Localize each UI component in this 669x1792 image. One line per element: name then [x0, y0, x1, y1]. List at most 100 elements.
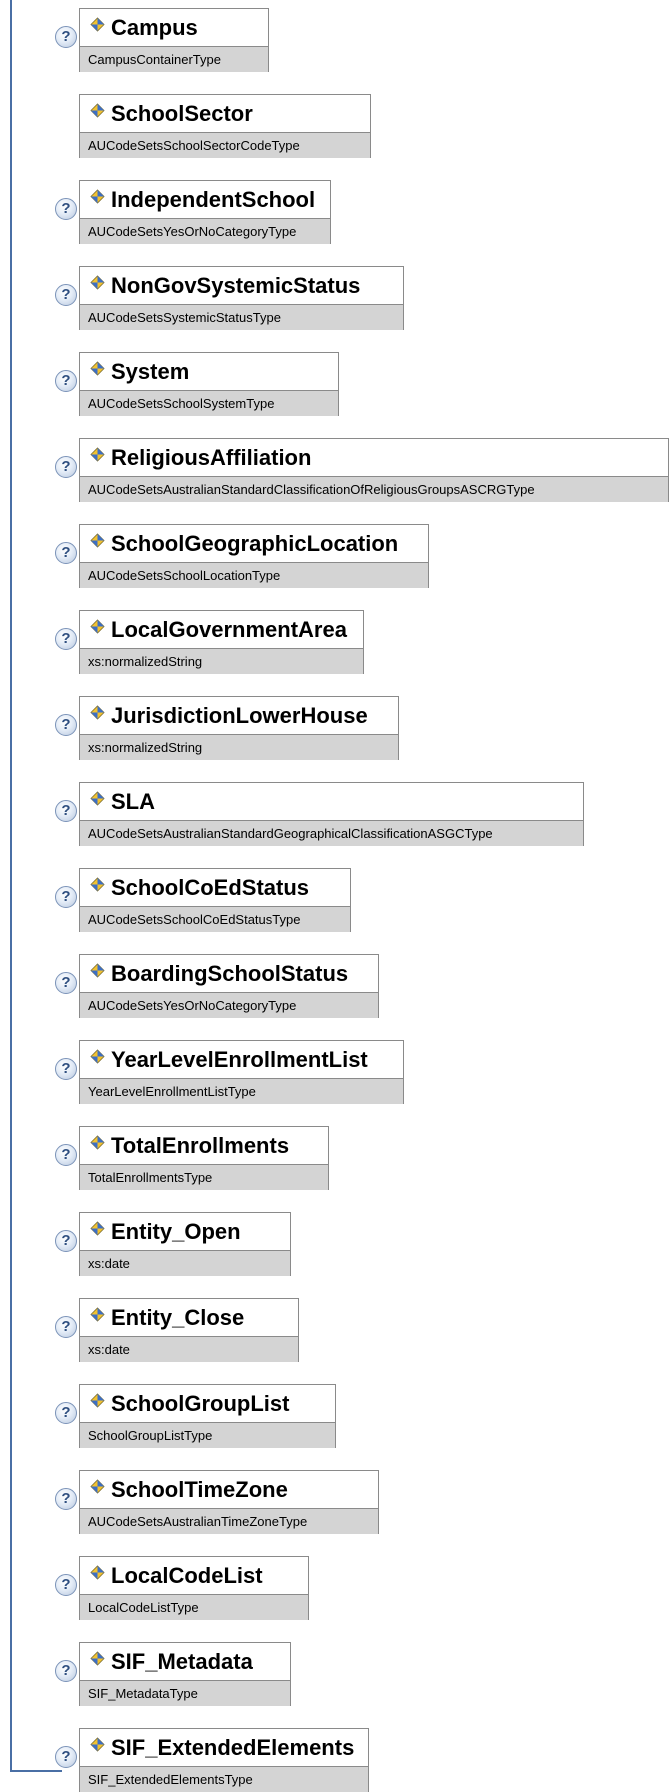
- element-header: JurisdictionLowerHouse: [80, 697, 398, 734]
- element-name: JurisdictionLowerHouse: [111, 703, 368, 728]
- element-row: SchoolSector AUCodeSetsSchoolSectorCodeTy…: [0, 86, 669, 158]
- element-box[interactable]: JurisdictionLowerHouse xs:normalizedStrin…: [79, 696, 399, 760]
- element-header: LocalCodeList: [80, 1557, 308, 1594]
- help-icon[interactable]: ?: [55, 800, 77, 822]
- element-name: SLA: [111, 789, 155, 814]
- element-row: ? SLA AUCodeSetsAustralianStandardGeograph…: [0, 774, 669, 846]
- element-name: IndependentSchool: [111, 187, 316, 212]
- element-box[interactable]: SchoolTimeZone AUCodeSetsAustralianTimeZo…: [79, 1470, 379, 1534]
- element-name: SchoolCoEdStatus: [111, 875, 310, 900]
- element-header: System: [80, 353, 338, 390]
- element-type: CampusContainerType: [80, 46, 268, 72]
- help-icon[interactable]: ?: [55, 456, 77, 478]
- element-type: AUCodeSetsSchoolSectorCodeType: [80, 132, 370, 158]
- element-box[interactable]: YearLevelEnrollmentList YearLevelEnrollme…: [79, 1040, 404, 1104]
- element-row: ? SchoolGroupList SchoolGroupListType: [0, 1376, 669, 1448]
- element-name: LocalCodeList: [111, 1563, 263, 1588]
- element-box[interactable]: NonGovSystemicStatus AUCodeSetsSystemicSt…: [79, 266, 404, 330]
- element-diamond-icon: [90, 533, 105, 548]
- element-name: ReligiousAffiliation: [111, 445, 312, 470]
- element-header: Campus: [80, 9, 268, 46]
- element-type: AUCodeSetsYesOrNoCategoryType: [80, 992, 378, 1018]
- element-diamond-icon: [90, 1651, 105, 1666]
- element-box[interactable]: LocalCodeList LocalCodeListType: [79, 1556, 309, 1620]
- element-type: SchoolGroupListType: [80, 1422, 335, 1448]
- element-diamond-icon: [90, 1307, 105, 1322]
- element-diamond-icon: [90, 17, 105, 32]
- element-type: SIF_MetadataType: [80, 1680, 290, 1706]
- help-icon[interactable]: ?: [55, 1660, 77, 1682]
- element-header: SIF_ExtendedElements: [80, 1729, 368, 1766]
- element-diamond-icon: [90, 275, 105, 290]
- help-icon[interactable]: ?: [55, 284, 77, 306]
- element-name: SchoolGroupList: [111, 1391, 290, 1416]
- element-type: xs:date: [80, 1336, 298, 1362]
- element-name: NonGovSystemicStatus: [111, 273, 361, 298]
- element-diamond-icon: [90, 963, 105, 978]
- element-row: ? LocalGovernmentArea xs:normalizedString: [0, 602, 669, 674]
- element-box[interactable]: LocalGovernmentArea xs:normalizedString: [79, 610, 364, 674]
- element-diamond-icon: [90, 1737, 105, 1752]
- element-box[interactable]: SIF_Metadata SIF_MetadataType: [79, 1642, 291, 1706]
- element-box[interactable]: BoardingSchoolStatus AUCodeSetsYesOrNoCat…: [79, 954, 379, 1018]
- help-icon[interactable]: ?: [55, 370, 77, 392]
- element-row: ? YearLevelEnrollmentList YearLevelEnrollm…: [0, 1032, 669, 1104]
- element-diamond-icon: [90, 1135, 105, 1150]
- element-box[interactable]: Campus CampusContainerType: [79, 8, 269, 72]
- element-box[interactable]: SchoolCoEdStatus AUCodeSetsSchoolCoEdStat…: [79, 868, 351, 932]
- element-diamond-icon: [90, 1479, 105, 1494]
- element-box[interactable]: System AUCodeSetsSchoolSystemType: [79, 352, 339, 416]
- element-name: Campus: [111, 15, 198, 40]
- element-name: SchoolGeographicLocation: [111, 531, 399, 556]
- element-header: SchoolSector: [80, 95, 370, 132]
- element-box[interactable]: SchoolSector AUCodeSetsSchoolSectorCodeTy…: [79, 94, 371, 158]
- element-box[interactable]: TotalEnrollments TotalEnrollmentsType: [79, 1126, 329, 1190]
- help-icon[interactable]: ?: [55, 972, 77, 994]
- element-box[interactable]: SchoolGeographicLocation AUCodeSetsSchool…: [79, 524, 429, 588]
- element-name: Entity_Open: [111, 1219, 241, 1244]
- help-icon[interactable]: ?: [55, 26, 77, 48]
- element-box[interactable]: IndependentSchool AUCodeSetsYesOrNoCatego…: [79, 180, 331, 244]
- element-name: YearLevelEnrollmentList: [111, 1047, 368, 1072]
- element-row: ? SIF_ExtendedElements SIF_ExtendedElement…: [0, 1720, 669, 1792]
- element-header: YearLevelEnrollmentList: [80, 1041, 403, 1078]
- element-name: SIF_Metadata: [111, 1649, 253, 1674]
- element-row: ? BoardingSchoolStatus AUCodeSetsYesOrNoCa…: [0, 946, 669, 1018]
- help-icon[interactable]: ?: [55, 1402, 77, 1424]
- help-icon[interactable]: ?: [55, 1316, 77, 1338]
- element-diamond-icon: [90, 1393, 105, 1408]
- element-header: BoardingSchoolStatus: [80, 955, 378, 992]
- element-box[interactable]: Entity_Open xs:date: [79, 1212, 291, 1276]
- help-icon[interactable]: ?: [55, 1488, 77, 1510]
- element-box[interactable]: SchoolGroupList SchoolGroupListType: [79, 1384, 336, 1448]
- element-box[interactable]: Entity_Close xs:date: [79, 1298, 299, 1362]
- help-icon[interactable]: ?: [55, 198, 77, 220]
- help-icon[interactable]: ?: [55, 1746, 77, 1768]
- element-box[interactable]: SLA AUCodeSetsAustralianStandardGeographi…: [79, 782, 584, 846]
- element-diamond-icon: [90, 1565, 105, 1580]
- element-row: ? ReligiousAffiliation AUCodeSetsAustralia…: [0, 430, 669, 502]
- element-name: Entity_Close: [111, 1305, 245, 1330]
- help-icon[interactable]: ?: [55, 1144, 77, 1166]
- element-diamond-icon: [90, 1221, 105, 1236]
- help-icon[interactable]: ?: [55, 1058, 77, 1080]
- element-type: YearLevelEnrollmentListType: [80, 1078, 403, 1104]
- help-icon[interactable]: ?: [55, 1574, 77, 1596]
- element-box[interactable]: SIF_ExtendedElements SIF_ExtendedElements…: [79, 1728, 369, 1792]
- element-row: ? SchoolGeographicLocation AUCodeSetsSchoo…: [0, 516, 669, 588]
- help-icon[interactable]: ?: [55, 714, 77, 736]
- element-row: ? NonGovSystemicStatus AUCodeSetsSystemicS…: [0, 258, 669, 330]
- element-diamond-icon: [90, 619, 105, 634]
- help-icon[interactable]: ?: [55, 886, 77, 908]
- help-icon[interactable]: ?: [55, 542, 77, 564]
- help-icon[interactable]: ?: [55, 628, 77, 650]
- element-type: AUCodeSetsSchoolCoEdStatusType: [80, 906, 350, 932]
- help-icon[interactable]: ?: [55, 1230, 77, 1252]
- element-type: AUCodeSetsSystemicStatusType: [80, 304, 403, 330]
- element-row: ? LocalCodeList LocalCodeListType: [0, 1548, 669, 1620]
- element-row: ? IndependentSchool AUCodeSetsYesOrNoCateg…: [0, 172, 669, 244]
- element-row: ? SIF_Metadata SIF_MetadataType: [0, 1634, 669, 1706]
- element-box[interactable]: ReligiousAffiliation AUCodeSetsAustralian…: [79, 438, 669, 502]
- element-diamond-icon: [90, 1049, 105, 1064]
- element-type: AUCodeSetsYesOrNoCategoryType: [80, 218, 330, 244]
